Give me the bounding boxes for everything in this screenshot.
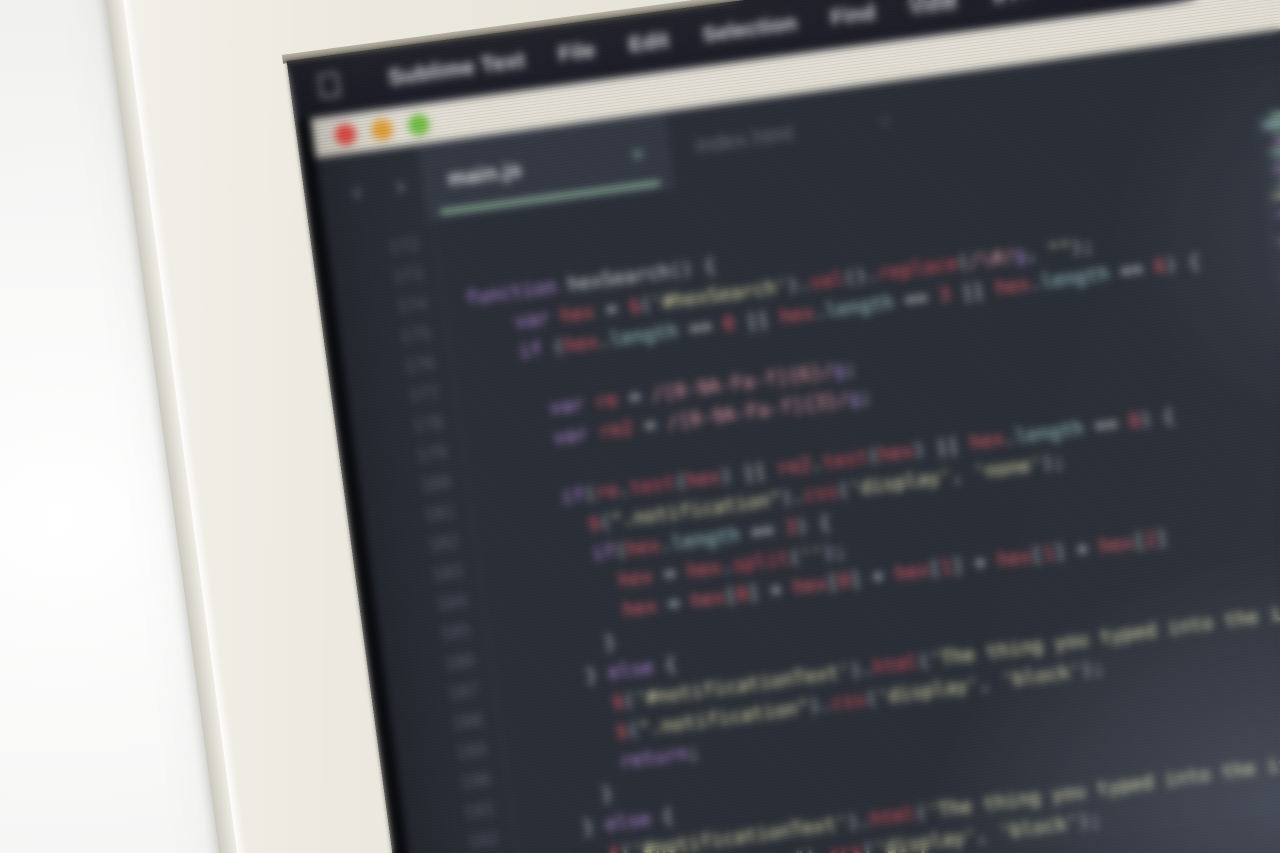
menu-item-find[interactable]: Find	[812, 0, 894, 33]
photo-scene:  Sublime Text File Edit Selection Find …	[0, 0, 1280, 853]
code-line: }	[599, 782, 615, 806]
tab-close-icon[interactable]: ×	[878, 108, 894, 135]
menu-item-file[interactable]: File	[540, 36, 614, 69]
code-line: }	[602, 630, 617, 655]
menu-item-sublime-text[interactable]: Sublime Text	[370, 45, 544, 93]
menu-item-view[interactable]: View	[891, 0, 976, 23]
menu-item-selection[interactable]: Selection	[684, 9, 815, 50]
tab-label: index.html	[694, 121, 796, 158]
laptop-body:  Sublime Text File Edit Selection Find …	[91, 0, 1280, 853]
close-window-button[interactable]	[333, 122, 358, 146]
back-arrow-icon[interactable]: ‹	[333, 172, 381, 213]
menu-item-tools[interactable]: Tools	[1055, 0, 1147, 1]
tab-label: main.js	[446, 158, 524, 191]
tab-close-icon[interactable]: ×	[630, 141, 646, 168]
laptop-screen:  Sublime Text File Edit Selection Find …	[286, 0, 1280, 853]
menu-item-edit[interactable]: Edit	[611, 26, 688, 60]
forward-arrow-icon[interactable]: ›	[376, 166, 424, 207]
zoom-window-button[interactable]	[407, 112, 431, 137]
menu-item-goto[interactable]: Goto	[972, 0, 1058, 12]
apple-logo-icon[interactable]: 	[314, 65, 344, 106]
minimize-window-button[interactable]	[370, 117, 394, 142]
